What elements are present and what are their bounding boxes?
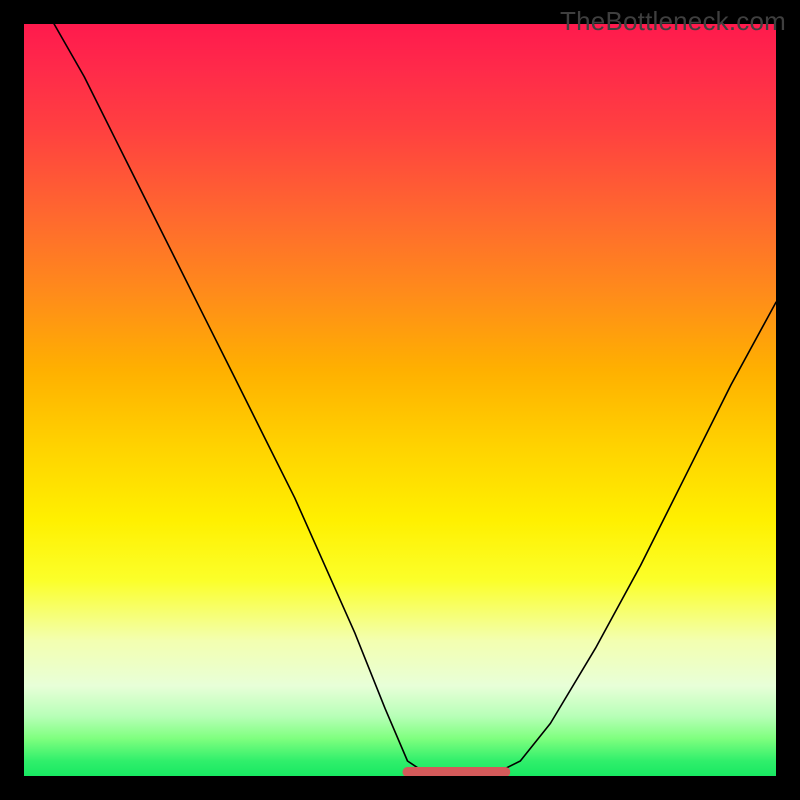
chart-container: TheBottleneck.com	[0, 0, 800, 800]
plot-area	[24, 24, 776, 776]
chart-svg	[24, 24, 776, 776]
bottleneck-curve	[54, 24, 776, 776]
watermark-text: TheBottleneck.com	[560, 6, 786, 37]
